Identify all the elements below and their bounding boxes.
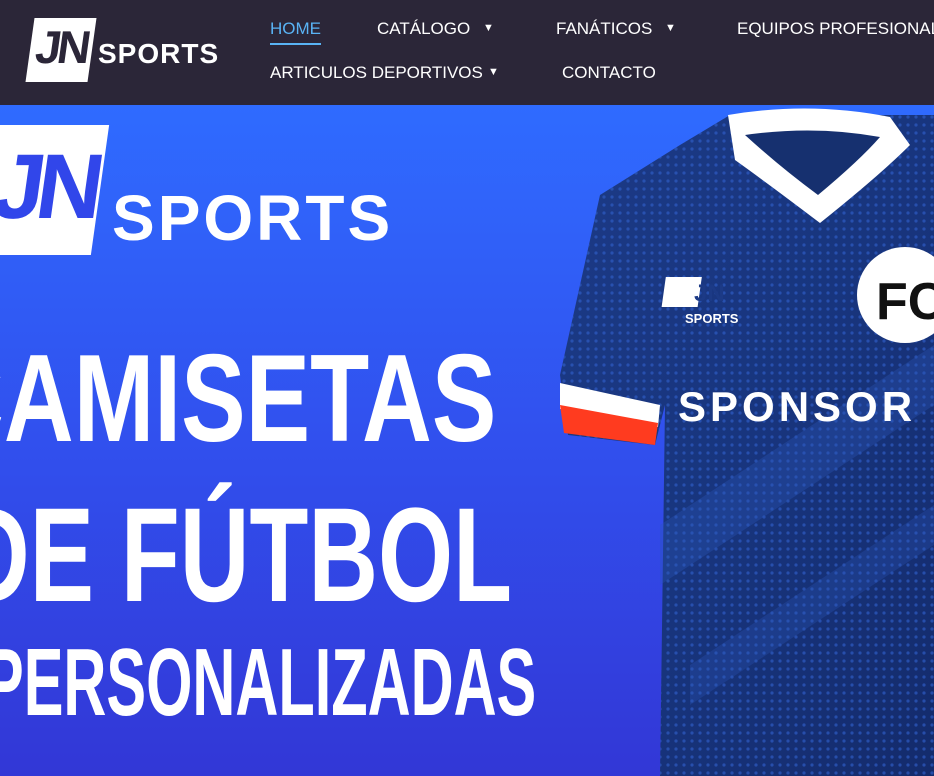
nav-equipos-profesionales[interactable]: EQUIPOS PROFESIONALES — [737, 19, 934, 39]
headline-line-2: DE FÚTBOL — [0, 481, 513, 630]
headline-line-3: PERSONALIZADAS — [0, 629, 537, 736]
nav-articulos-deportivos[interactable]: ARTICULOS DEPORTIVOS — [270, 63, 483, 83]
svg-text:SPONSOR: SPONSOR — [678, 383, 916, 430]
top-navigation-bar: JN SPORTS HOME CATÁLOGO ▼ FANÁTICOS ▼ EQ… — [0, 0, 934, 105]
chevron-down-icon[interactable]: ▼ — [483, 22, 494, 34]
hero-logo: JN SPORTS — [0, 125, 390, 285]
soccer-jersey-image: FC JN SPORTS SPONSOR — [560, 108, 934, 776]
nav-fanaticos[interactable]: FANÁTICOS — [556, 19, 652, 39]
hero-logo-mark: JN — [0, 136, 103, 238]
svg-text:SPORTS: SPORTS — [685, 311, 739, 326]
nav-contacto[interactable]: CONTACTO — [562, 63, 656, 83]
nav-home[interactable]: HOME — [270, 19, 321, 45]
hero-logo-word: SPORTS — [112, 182, 394, 254]
chevron-down-icon[interactable]: ▼ — [488, 66, 499, 78]
chevron-down-icon[interactable]: ▼ — [665, 22, 676, 34]
svg-text:JN: JN — [694, 280, 725, 307]
badge-text: FC — [876, 273, 934, 331]
nav-catalogo[interactable]: CATÁLOGO — [377, 19, 470, 39]
headline-line-1: CAMISETAS — [0, 330, 497, 468]
main-menu: HOME CATÁLOGO ▼ FANÁTICOS ▼ EQUIPOS PROF… — [0, 0, 934, 105]
hero-banner[interactable]: JN SPORTS CAMISETAS DE FÚTBOL PERSONALIZ… — [0, 105, 934, 776]
